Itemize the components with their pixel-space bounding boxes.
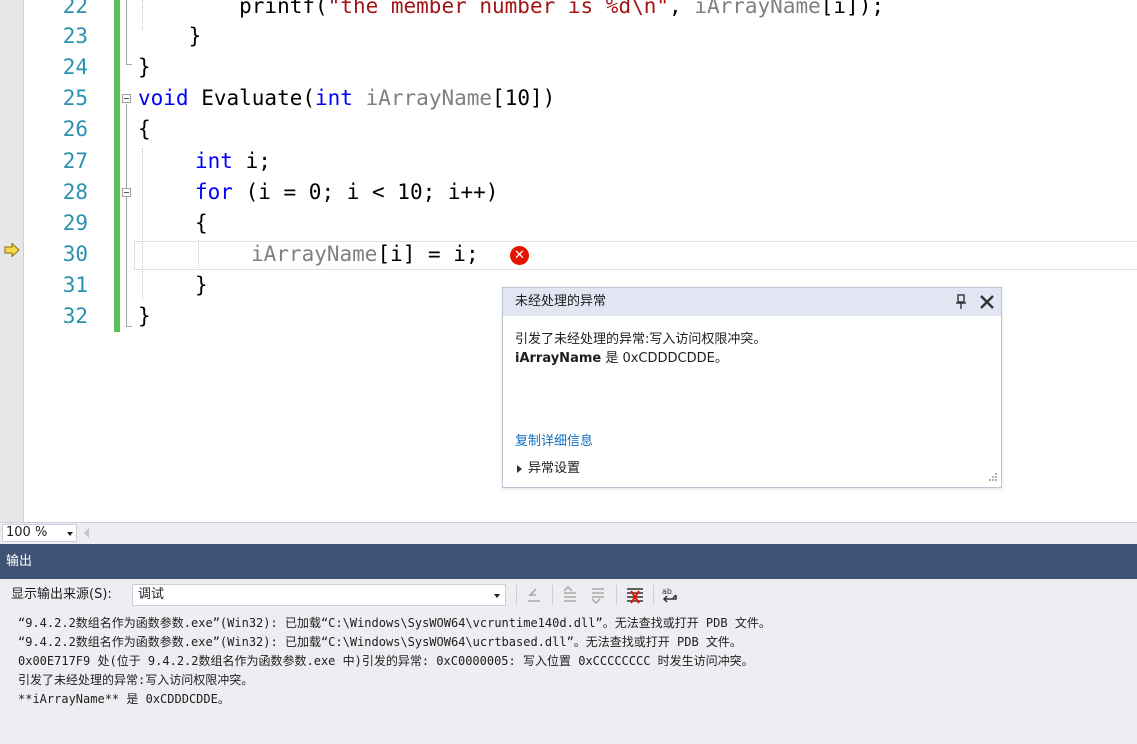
line-number: 23 [62, 24, 88, 48]
output-toolbar: 显示输出来源(S): 调试 ab [0, 579, 1137, 610]
popup-header: 未经处理的异常 [503, 288, 1001, 316]
exception-detail: iArrayName 是 0xCDDDCDDE。 [515, 347, 728, 366]
output-source-select[interactable]: 调试 [132, 584, 506, 606]
resize-grip-icon[interactable] [986, 472, 998, 484]
clear-all-icon[interactable] [625, 585, 645, 605]
indent-guide [142, 148, 143, 300]
code-line-30[interactable]: iArrayName[i] = i; [251, 239, 479, 270]
code-line-26[interactable]: { [138, 114, 151, 145]
popup-title: 未经处理的异常 [515, 294, 607, 309]
go-to-location-icon[interactable] [524, 585, 544, 605]
code-line-24[interactable]: } [138, 52, 151, 83]
output-line: “9.4.2.2数组名作为函数参数.exe”(Win32): 已加载“C:\Wi… [18, 616, 771, 630]
arrow-right-icon [4, 243, 20, 257]
scroll-left-icon[interactable] [84, 528, 89, 538]
indicator-margin[interactable] [0, 0, 24, 522]
output-line: 引发了未经处理的异常:写入访问权限冲突。 [18, 673, 254, 687]
code-editor[interactable]: 22 23 24 25 26 27 28 29 30 31 32 printf(… [0, 0, 1137, 522]
variable-value: 是 0xCDDDCDDE。 [601, 351, 728, 366]
chevron-down-icon [67, 532, 73, 536]
chevron-down-icon [494, 594, 500, 598]
toolbar-separator [552, 585, 553, 605]
code-line-23[interactable]: } [138, 21, 202, 52]
line-number: 22 [62, 0, 88, 18]
output-text-area[interactable]: “9.4.2.2数组名作为函数参数.exe”(Win32): 已加载“C:\Wi… [0, 612, 1137, 744]
toolbar-separator [653, 585, 654, 605]
outline-line [126, 104, 127, 326]
expand-triangle-icon [517, 464, 522, 473]
line-number: 25 [62, 86, 88, 110]
code-line-27[interactable]: int i; [195, 146, 271, 177]
output-line: **iArrayName** 是 0xCDDDCDDE。 [18, 692, 230, 706]
line-number: 29 [62, 211, 88, 235]
output-title: 输出 [6, 554, 33, 569]
toolbar-separator [516, 585, 517, 605]
collapse-icon[interactable] [122, 94, 131, 103]
code-line-22[interactable]: printf("the member number is %d\n", iArr… [138, 0, 884, 22]
line-number: 26 [62, 117, 88, 141]
code-line-29[interactable]: { [195, 208, 208, 239]
code-line-28[interactable]: for (i = 0; i < 10; i++) [195, 177, 498, 208]
line-number: 28 [62, 180, 88, 204]
error-icon[interactable]: ✕ [510, 246, 529, 265]
output-source-label: 显示输出来源(S): [11, 587, 112, 602]
code-line-31[interactable]: } [195, 270, 208, 301]
output-window: 输出 显示输出来源(S): 调试 ab “9.4.2.2数组名作为函数参数.ex… [0, 544, 1137, 744]
variable-name: iArrayName [515, 351, 602, 366]
line-number: 27 [62, 149, 88, 173]
change-tracking-bar [114, 0, 120, 332]
word-wrap-icon[interactable]: ab [661, 585, 681, 605]
exception-helper-popup: 未经处理的异常 引发了未经处理的异常:写入访问权限冲突。 iArrayName … [502, 287, 1002, 488]
line-number: 30 [62, 242, 88, 266]
output-titlebar[interactable]: 输出 [0, 544, 1137, 579]
line-number: 24 [62, 55, 88, 79]
output-source-value: 调试 [138, 587, 165, 602]
exception-message: 引发了未经处理的异常:写入访问权限冲突。 [515, 332, 767, 347]
previous-message-icon[interactable] [560, 585, 580, 605]
exception-settings-label: 异常设置 [528, 461, 581, 476]
line-number: 31 [62, 273, 88, 297]
output-line: “9.4.2.2数组名作为函数参数.exe”(Win32): 已加载“C:\Wi… [18, 635, 742, 649]
toolbar-separator [616, 585, 617, 605]
code-line-25[interactable]: void Evaluate(int iArrayName[10]) [138, 83, 555, 114]
zoom-dropdown[interactable]: 100 % [2, 524, 77, 542]
pin-icon[interactable] [953, 293, 969, 311]
editor-status-strip: 100 % [0, 522, 1137, 544]
svg-text:ab: ab [662, 587, 672, 596]
collapse-icon[interactable] [122, 188, 131, 197]
outline-end [126, 64, 132, 65]
code-line-32[interactable]: } [138, 301, 151, 332]
output-line: 0x00E717F9 处(位于 9.4.2.2数组名作为函数参数.exe 中)引… [18, 654, 754, 668]
next-message-icon[interactable] [588, 585, 608, 605]
line-number: 32 [62, 304, 88, 328]
outline-end [126, 326, 132, 327]
copy-details-link[interactable]: 复制详细信息 [515, 430, 593, 449]
exception-settings-expander[interactable]: 异常设置 [517, 457, 580, 476]
outline-line [126, 0, 127, 64]
close-icon[interactable] [977, 292, 997, 312]
zoom-value: 100 % [6, 525, 48, 540]
